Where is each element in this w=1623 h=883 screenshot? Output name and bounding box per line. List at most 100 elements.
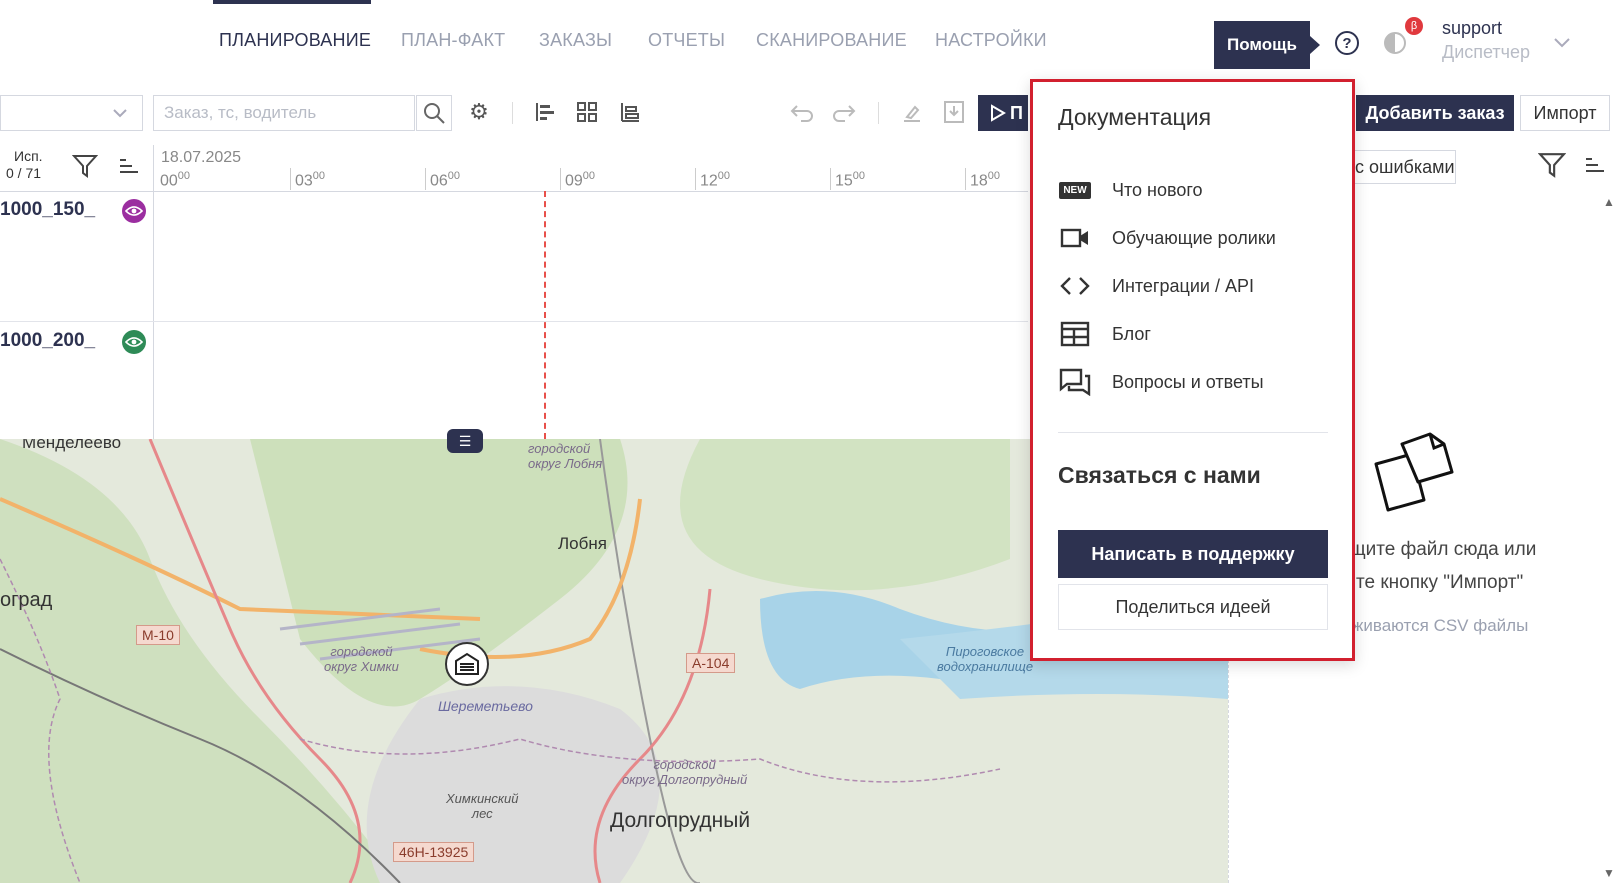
write-support-button[interactable]: Написать в поддержку — [1058, 530, 1328, 578]
beta-badge: β — [1405, 17, 1423, 35]
contact-section-title: Связаться с нами — [1058, 462, 1261, 488]
menu-item-tutorials[interactable]: Обучающие ролики — [1058, 218, 1328, 258]
map-label-dolgoprudny: Долгопрудный — [610, 809, 751, 832]
executor-header-label: Исп. — [14, 148, 43, 164]
executor-column-header: Исп. 0 / 71 — [0, 145, 154, 192]
timeline-tick-label: 0600 — [430, 170, 461, 190]
menu-item-faq[interactable]: Вопросы и ответы — [1058, 362, 1328, 402]
dropzone-subtext: живаются CSV файлы — [1352, 616, 1529, 635]
timeline-tick-line — [830, 168, 831, 190]
eye-icon[interactable] — [122, 330, 146, 354]
nav-tab-planning[interactable]: ПЛАНИРОВАНИЕ — [219, 30, 371, 51]
eye-icon[interactable] — [122, 199, 146, 223]
timeline-tick-label: 0000 — [160, 170, 191, 190]
menu-item-label: Вопросы и ответы — [1112, 371, 1264, 392]
chat-bubbles-icon — [1058, 368, 1092, 396]
add-order-button[interactable]: Добавить заказ — [1356, 95, 1514, 131]
documents-icon — [1372, 430, 1456, 521]
new-badge-icon: NEW — [1058, 181, 1092, 199]
qr-grid-icon[interactable] — [573, 98, 601, 126]
help-tooltip-text: Помощь — [1227, 35, 1297, 54]
video-camera-icon — [1058, 228, 1092, 248]
nav-tab-plan-fact[interactable]: ПЛАН-ФАКТ — [401, 30, 505, 51]
chevron-down-icon[interactable] — [1553, 36, 1571, 54]
dropzone-text-line2: те кнопку "Импорт" — [1356, 572, 1524, 593]
table-row[interactable]: 1000_200_ — [0, 322, 1028, 439]
menu-item-label: Интеграции / API — [1112, 275, 1254, 296]
docs-section-title: Документация — [1058, 104, 1212, 130]
menu-divider — [1058, 432, 1328, 433]
timeline-tick-label: 1800 — [970, 170, 1001, 190]
new-badge-text: NEW — [1059, 181, 1091, 199]
timeline-tick-label: 0300 — [295, 170, 326, 190]
timeline-tick-line — [560, 168, 561, 190]
undo-icon[interactable] — [788, 98, 816, 126]
chevron-down-icon — [113, 109, 127, 118]
menu-item-label: Блог — [1112, 323, 1151, 344]
road-badge-m10: М-10 — [136, 625, 180, 645]
help-dropdown-menu: Документация NEW Что нового Обучающие ро… — [1030, 79, 1355, 661]
map-label-lobnya: Лобня — [558, 534, 607, 553]
resize-handle-icon[interactable]: ☰ — [447, 429, 483, 453]
search-icon — [424, 103, 445, 124]
run-planning-label: П — [1010, 103, 1023, 123]
clear-filter-icon[interactable] — [898, 98, 926, 126]
map-label-ograd: оград — [0, 589, 53, 611]
search-input[interactable] — [153, 95, 415, 131]
map-label-sheremetyevo: Шереметьево — [438, 698, 533, 714]
redo-icon[interactable] — [830, 98, 858, 126]
nav-tab-scanning[interactable]: СКАНИРОВАНИЕ — [756, 30, 907, 51]
road-badge-a104: А-104 — [686, 653, 736, 673]
filter-icon[interactable] — [71, 153, 99, 184]
align-bottom-icon[interactable] — [616, 98, 644, 126]
sort-icon[interactable] — [1583, 154, 1605, 181]
nav-tab-settings[interactable]: НАСТРОЙКИ — [935, 30, 1047, 51]
gear-icon[interactable]: ⚙ — [465, 98, 493, 126]
menu-item-whats-new[interactable]: NEW Что нового — [1058, 170, 1328, 210]
code-brackets-icon — [1058, 276, 1092, 296]
sort-icon[interactable] — [117, 155, 139, 182]
timeline-tick-line — [695, 168, 696, 190]
executor-count: 0 / 71 — [6, 165, 42, 181]
timeline-tick-label: 1500 — [835, 170, 866, 190]
help-tooltip: Помощь — [1214, 21, 1320, 69]
scroll-up-icon[interactable]: ▲ — [1603, 195, 1615, 209]
menu-item-label: Обучающие ролики — [1112, 227, 1276, 248]
search-button[interactable] — [416, 95, 452, 131]
share-idea-button[interactable]: Поделиться идеей — [1058, 584, 1328, 630]
row-label: 1000_200_ — [0, 330, 96, 351]
row-label: 1000_150_ — [0, 199, 96, 220]
dropzone-text-line1: щите файл сюда или — [1350, 539, 1537, 560]
menu-item-blog[interactable]: Блог — [1058, 314, 1328, 354]
nav-tab-reports[interactable]: ОТЧЕТЫ — [648, 30, 725, 51]
nav-tab-orders[interactable]: ЗАКАЗЫ — [539, 30, 612, 51]
toolbar-divider — [512, 102, 513, 124]
timeline-tick-label: 1200 — [700, 170, 731, 190]
run-planning-button[interactable]: П — [978, 95, 1028, 131]
table-row[interactable]: 1000_150_ — [0, 191, 1028, 322]
menu-item-integrations-api[interactable]: Интеграции / API — [1058, 266, 1328, 306]
download-icon[interactable] — [940, 98, 968, 126]
timeline-tick-line — [965, 168, 966, 190]
map-label-khimkinsky-les: Химкинский лес — [446, 791, 519, 821]
warehouse-marker-icon[interactable] — [445, 642, 489, 686]
question-circle-icon[interactable]: ? — [1335, 31, 1359, 55]
map-label-mendeleevo: Менделеево — [22, 439, 122, 452]
menu-item-label: Что нового — [1112, 179, 1203, 200]
errors-filter-button[interactable]: с ошибками — [1340, 150, 1456, 184]
current-time-line — [544, 191, 546, 439]
align-left-icon[interactable] — [531, 98, 559, 126]
toolbar-divider — [878, 102, 879, 124]
filter-icon[interactable] — [1537, 151, 1567, 184]
user-name[interactable]: support — [1442, 18, 1502, 39]
import-button[interactable]: Импорт — [1520, 95, 1610, 131]
theme-toggle-icon[interactable] — [1383, 31, 1407, 55]
map-label-lobnya-okrug: городской округ Лобня — [528, 441, 603, 471]
timeline-tick-line — [425, 168, 426, 190]
user-role[interactable]: Диспетчер — [1442, 42, 1530, 63]
blog-layout-icon — [1058, 321, 1092, 347]
scroll-down-icon[interactable]: ▼ — [1603, 866, 1615, 880]
nav-active-indicator — [213, 0, 371, 4]
filter-select[interactable] — [0, 95, 143, 131]
play-icon — [991, 104, 1006, 122]
